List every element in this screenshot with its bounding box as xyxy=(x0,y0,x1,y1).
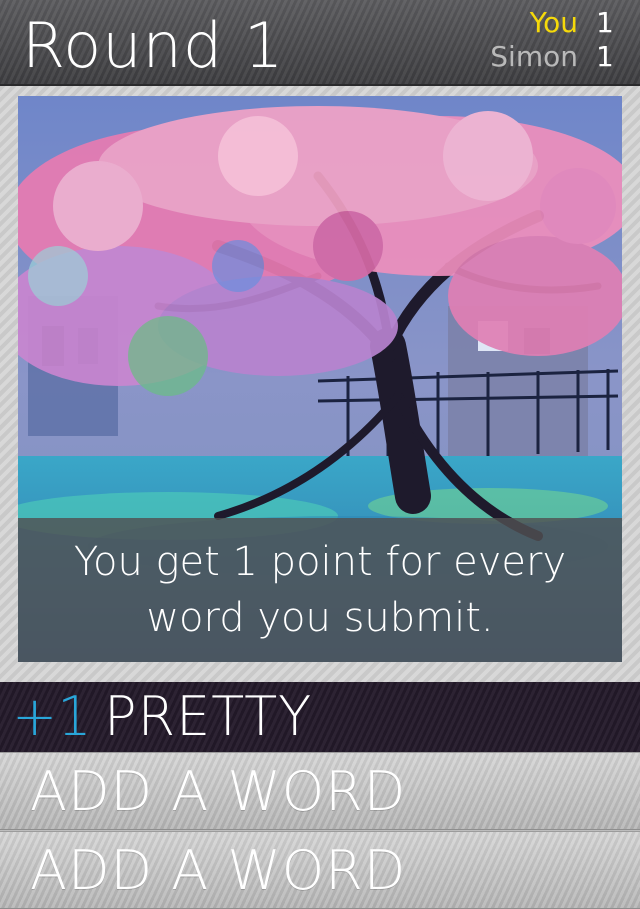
word-points: +1 xyxy=(12,685,92,748)
round-title: Round 1 xyxy=(22,9,285,82)
player-name: You xyxy=(529,6,578,39)
add-word-input-2[interactable]: ADD A WORD xyxy=(0,831,640,909)
score-row-you: You 1 xyxy=(442,6,614,40)
image-stage: You get 1 point for every word you submi… xyxy=(0,86,640,682)
score-row-opponent: Simon 1 xyxy=(442,40,614,74)
player-score: 1 xyxy=(596,6,614,39)
opponent-name: Simon xyxy=(490,40,578,73)
add-word-placeholder: ADD A WORD xyxy=(30,839,407,902)
header-bar: Round 1 You 1 Simon 1 xyxy=(0,0,640,86)
tip-text: You get 1 point for every word you submi… xyxy=(73,539,567,641)
add-word-placeholder: ADD A WORD xyxy=(30,760,407,823)
opponent-score: 1 xyxy=(596,40,614,73)
tip-overlay: You get 1 point for every word you submi… xyxy=(18,518,622,662)
submitted-word: PRETTY xyxy=(104,685,313,748)
submitted-word-row: +1 PRETTY xyxy=(0,682,640,752)
add-word-input-1[interactable]: ADD A WORD xyxy=(0,752,640,830)
scoreboard: You 1 Simon 1 xyxy=(442,6,614,74)
round-image: You get 1 point for every word you submi… xyxy=(18,96,622,662)
